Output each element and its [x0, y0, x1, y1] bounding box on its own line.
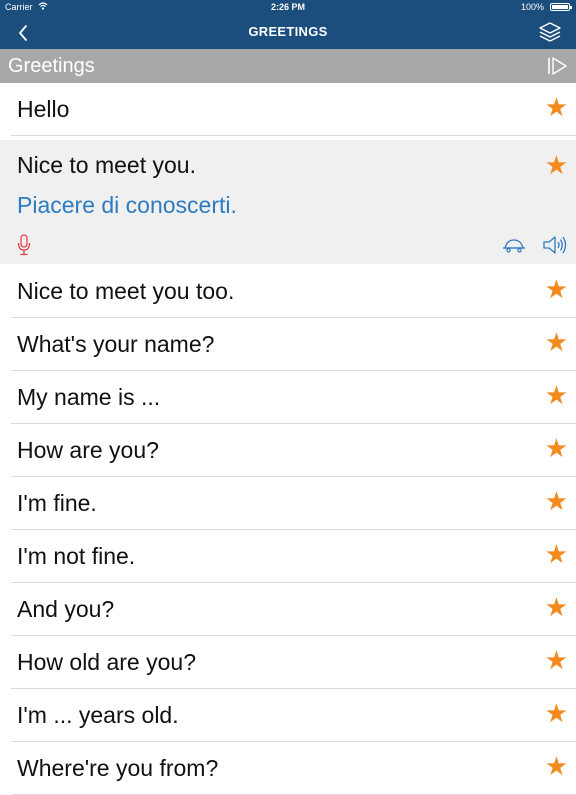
phrase-text: I'm ... years old. [17, 702, 179, 728]
list-item[interactable]: Hello ★ [0, 83, 576, 136]
star-icon[interactable]: ★ [545, 152, 568, 178]
phrase-text: My name is ... [17, 384, 161, 410]
phrase-text: What's your name? [17, 331, 215, 357]
star-icon[interactable]: ★ [545, 753, 568, 779]
star-icon[interactable]: ★ [545, 382, 568, 408]
star-icon[interactable]: ★ [545, 594, 568, 620]
star-icon[interactable]: ★ [545, 488, 568, 514]
divider [11, 135, 576, 136]
phrase-text: Where're you from? [17, 755, 219, 781]
nav-title: GREETINGS [248, 24, 328, 39]
list-item[interactable]: My name is ... ★ [0, 371, 576, 424]
phrase-text: I'm not fine. [17, 543, 136, 569]
microphone-icon[interactable] [17, 234, 31, 256]
status-time: 2:26 PM [270, 2, 305, 12]
phrase-text: I'm fine. [17, 490, 97, 516]
phrase-list: Hello ★ Nice to meet you. ★ Piacere di c… [0, 83, 576, 795]
list-item[interactable]: How old are you? ★ [0, 636, 576, 689]
star-icon[interactable]: ★ [545, 329, 568, 355]
layers-icon[interactable] [538, 21, 562, 43]
list-item[interactable]: Where're you from? ★ [0, 742, 576, 795]
turtle-icon[interactable] [502, 237, 526, 253]
phrase-text: Hello [17, 96, 70, 122]
status-bar: Carrier 2:26 PM 100% [0, 0, 576, 15]
list-item[interactable]: And you? ★ [0, 583, 576, 636]
section-header: Greetings [0, 49, 576, 83]
list-item[interactable]: How are you? ★ [0, 424, 576, 477]
play-icon[interactable] [546, 56, 568, 76]
phrase-text: Nice to meet you. [17, 152, 196, 178]
list-item[interactable]: I'm not fine. ★ [0, 530, 576, 583]
navigation-bar: GREETINGS [0, 15, 576, 49]
star-icon[interactable]: ★ [545, 94, 568, 120]
phrase-text: And you? [17, 596, 115, 622]
phrase-text: Nice to meet you too. [17, 278, 235, 304]
list-item-expanded[interactable]: Nice to meet you. ★ Piacere di conoscert… [0, 140, 576, 264]
star-icon[interactable]: ★ [545, 276, 568, 302]
list-item[interactable]: What's your name? ★ [0, 318, 576, 371]
phrase-text: How old are you? [17, 649, 196, 675]
phrase-text: How are you? [17, 437, 159, 463]
battery-percent: 100% [520, 2, 544, 12]
star-icon[interactable]: ★ [545, 541, 568, 567]
list-item[interactable]: I'm fine. ★ [0, 477, 576, 530]
list-item[interactable]: Nice to meet you too. ★ [0, 265, 576, 318]
section-title: Greetings [8, 55, 95, 77]
star-icon[interactable]: ★ [545, 700, 568, 726]
phrase-translation: Piacere di conoscerti. [17, 192, 237, 218]
list-item[interactable]: I'm ... years old. ★ [0, 689, 576, 742]
star-icon[interactable]: ★ [545, 435, 568, 461]
battery-icon [550, 3, 572, 11]
speaker-icon[interactable] [542, 234, 568, 256]
star-icon[interactable]: ★ [545, 647, 568, 673]
